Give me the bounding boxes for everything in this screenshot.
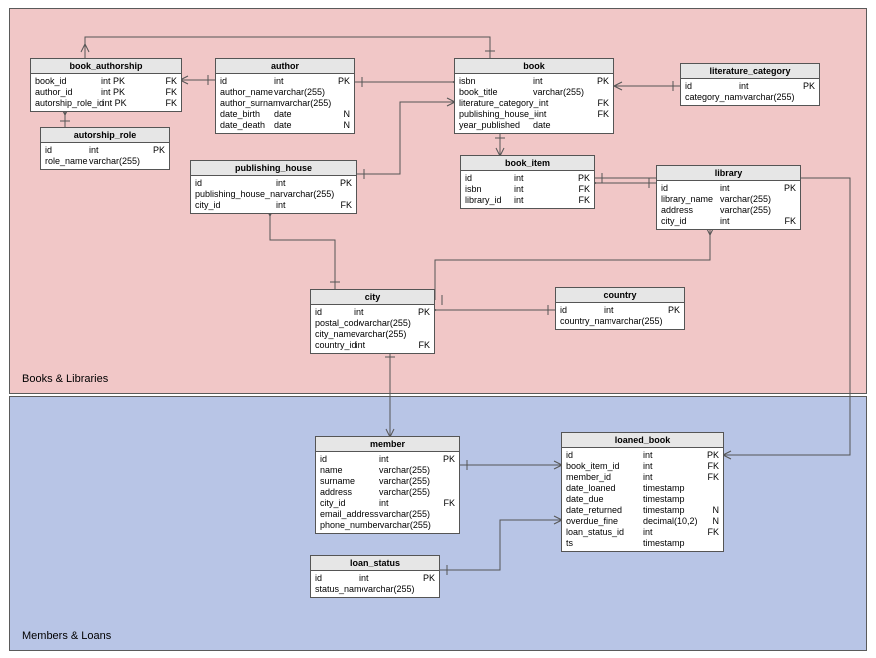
- column-row: idintPK: [311, 573, 439, 584]
- entity-title: country: [556, 288, 684, 303]
- column-row: email_addressvarchar(255): [316, 509, 459, 520]
- column-row: author_idint PKFK: [31, 87, 181, 98]
- column-row: publishing_house_namevarchar(255): [191, 189, 356, 200]
- entity-title: loan_status: [311, 556, 439, 571]
- entity-body: idintPK library_namevarchar(255) address…: [657, 181, 800, 229]
- column-row: idintPK: [41, 145, 169, 156]
- column-row: loan_status_idintFK: [562, 527, 723, 538]
- column-row: date_deathdateN: [216, 120, 354, 131]
- column-row: date_birthdateN: [216, 109, 354, 120]
- column-row: role_namevarchar(255): [41, 156, 169, 167]
- column-row: book_item_idintFK: [562, 461, 723, 472]
- entity-member[interactable]: member idintPK namevarchar(255) surnamev…: [315, 436, 460, 534]
- entity-body: idintPK country_namevarchar(255): [556, 303, 684, 329]
- entity-loaned-book[interactable]: loaned_book idintPK book_item_idintFK me…: [561, 432, 724, 552]
- column-row: namevarchar(255): [316, 465, 459, 476]
- column-row: idintPK: [562, 450, 723, 461]
- column-row: category_namevarchar(255): [681, 92, 819, 103]
- column-row: isbnintPK: [455, 76, 613, 87]
- entity-body: idintPK namevarchar(255) surnamevarchar(…: [316, 452, 459, 533]
- column-row: postal_codevarchar(255): [311, 318, 434, 329]
- column-row: city_namevarchar(255): [311, 329, 434, 340]
- entity-city[interactable]: city idintPK postal_codevarchar(255) cit…: [310, 289, 435, 354]
- entity-library[interactable]: library idintPK library_namevarchar(255)…: [656, 165, 801, 230]
- entity-title: book_authorship: [31, 59, 181, 74]
- column-row: book_idint PKFK: [31, 76, 181, 87]
- column-row: idintPK: [216, 76, 354, 87]
- column-row: date_duetimestamp: [562, 494, 723, 505]
- entity-book-authorship[interactable]: book_authorship book_idint PKFK author_i…: [30, 58, 182, 112]
- entity-body: idintPK category_namevarchar(255): [681, 79, 819, 105]
- column-row: country_idintFK: [311, 340, 434, 351]
- entity-title: member: [316, 437, 459, 452]
- entity-body: idintPK status_namevarchar(255): [311, 571, 439, 597]
- column-row: idintPK: [316, 454, 459, 465]
- column-row: publishing_house_idintFK: [455, 109, 613, 120]
- column-row: status_namevarchar(255): [311, 584, 439, 595]
- region-label: Books & Libraries: [22, 373, 108, 385]
- column-row: idintPK: [461, 173, 594, 184]
- entity-body: isbnintPK book_titlevarchar(255) literat…: [455, 74, 613, 133]
- entity-body: book_idint PKFK author_idint PKFK autors…: [31, 74, 181, 111]
- column-row: isbnintFK: [461, 184, 594, 195]
- column-row: idintPK: [556, 305, 684, 316]
- column-row: overdue_finedecimal(10,2)N: [562, 516, 723, 527]
- entity-title: book: [455, 59, 613, 74]
- column-row: year_publisheddate: [455, 120, 613, 131]
- entity-title: library: [657, 166, 800, 181]
- entity-author[interactable]: author idintPK author_namevarchar(255) a…: [215, 58, 355, 134]
- entity-body: idintPK publishing_house_namevarchar(255…: [191, 176, 356, 213]
- entity-title: publishing_house: [191, 161, 356, 176]
- column-row: phone_numbervarchar(255): [316, 520, 459, 531]
- entity-literature-category[interactable]: literature_category idintPK category_nam…: [680, 63, 820, 106]
- column-row: idintPK: [657, 183, 800, 194]
- entity-body: idintPK book_item_idintFK member_idintFK…: [562, 448, 723, 551]
- entity-body: idintPK postal_codevarchar(255) city_nam…: [311, 305, 434, 353]
- entity-country[interactable]: country idintPK country_namevarchar(255): [555, 287, 685, 330]
- entity-book[interactable]: book isbnintPK book_titlevarchar(255) li…: [454, 58, 614, 134]
- column-row: country_namevarchar(255): [556, 316, 684, 327]
- column-row: library_idintFK: [461, 195, 594, 206]
- column-row: date_loanedtimestamp: [562, 483, 723, 494]
- entity-publishing-house[interactable]: publishing_house idintPK publishing_hous…: [190, 160, 357, 214]
- entity-loan-status[interactable]: loan_status idintPK status_namevarchar(2…: [310, 555, 440, 598]
- entity-title: autorship_role: [41, 128, 169, 143]
- region-label: Members & Loans: [22, 630, 111, 642]
- entity-title: city: [311, 290, 434, 305]
- column-row: city_idintFK: [191, 200, 356, 211]
- column-row: tstimestamp: [562, 538, 723, 549]
- entity-body: idintPK author_namevarchar(255) author_s…: [216, 74, 354, 133]
- column-row: autorship_role_idint PKFK: [31, 98, 181, 109]
- column-row: author_surnamevarchar(255): [216, 98, 354, 109]
- column-row: book_titlevarchar(255): [455, 87, 613, 98]
- entity-title: loaned_book: [562, 433, 723, 448]
- entity-title: literature_category: [681, 64, 819, 79]
- column-row: city_idintFK: [316, 498, 459, 509]
- column-row: idintPK: [191, 178, 356, 189]
- column-row: addressvarchar(255): [657, 205, 800, 216]
- column-row: author_namevarchar(255): [216, 87, 354, 98]
- entity-body: idintPK isbnintFK library_idintFK: [461, 171, 594, 208]
- entity-title: book_item: [461, 156, 594, 171]
- entity-book-item[interactable]: book_item idintPK isbnintFK library_idin…: [460, 155, 595, 209]
- column-row: member_idintFK: [562, 472, 723, 483]
- column-row: city_idintFK: [657, 216, 800, 227]
- column-row: surnamevarchar(255): [316, 476, 459, 487]
- column-row: date_returnedtimestampN: [562, 505, 723, 516]
- entity-autorship-role[interactable]: autorship_role idintPK role_namevarchar(…: [40, 127, 170, 170]
- entity-body: idintPK role_namevarchar(255): [41, 143, 169, 169]
- column-row: literature_category_idintFK: [455, 98, 613, 109]
- column-row: idintPK: [681, 81, 819, 92]
- column-row: library_namevarchar(255): [657, 194, 800, 205]
- erd-canvas: Books & Libraries Members & Loans: [0, 0, 876, 658]
- column-row: idintPK: [311, 307, 434, 318]
- column-row: addressvarchar(255): [316, 487, 459, 498]
- entity-title: author: [216, 59, 354, 74]
